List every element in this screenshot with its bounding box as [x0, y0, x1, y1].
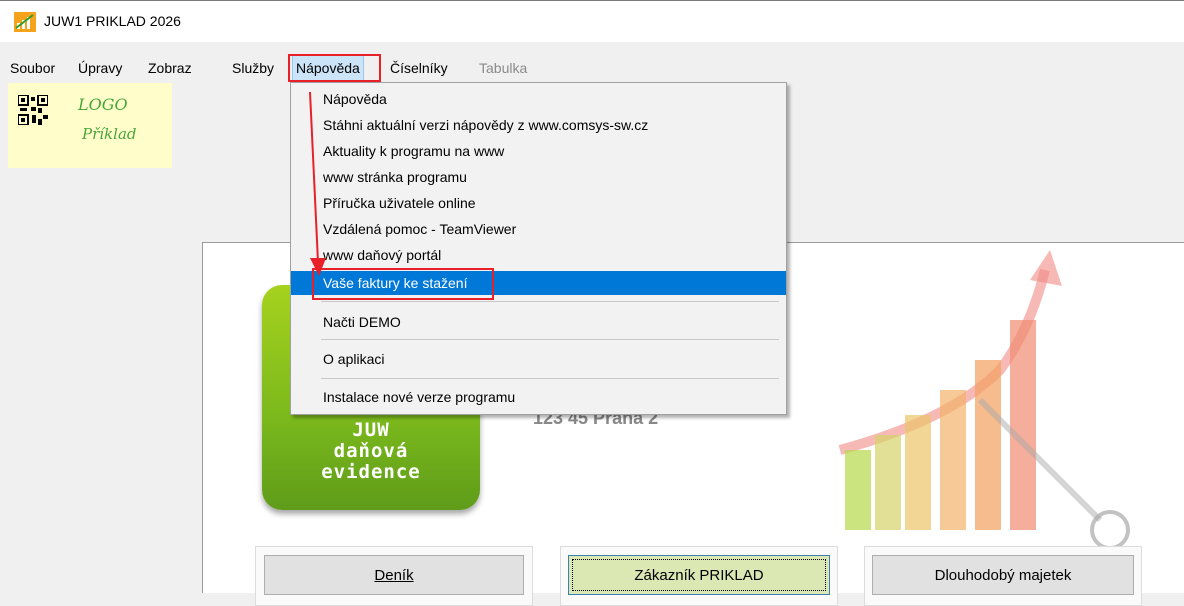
- app-icon: [14, 12, 36, 32]
- logo-text: LOGO: [78, 95, 128, 114]
- menuitem-napoveda[interactable]: Nápověda: [291, 87, 786, 111]
- menu-zobraz[interactable]: Zobraz: [148, 54, 192, 82]
- menu-upravy[interactable]: Úpravy: [78, 54, 122, 82]
- menu-highlight-frame: [288, 54, 381, 82]
- zakaznik-button-label: Zákazník PRIKLAD: [634, 567, 764, 584]
- menu-sluzby[interactable]: Služby: [232, 54, 274, 82]
- menuitem-aktuality[interactable]: Aktuality k programu na www: [291, 139, 786, 163]
- menu-separator: [321, 378, 779, 379]
- napoveda-dropdown-menu: Nápověda Stáhni aktuální verzi nápovědy …: [290, 82, 787, 415]
- menu-tabulka[interactable]: Tabulka: [479, 54, 527, 82]
- majetek-button[interactable]: Dlouhodobý majetek: [872, 555, 1134, 595]
- annotation-arrow-icon: [309, 91, 326, 276]
- menuitem-stahni-napovedu[interactable]: Stáhni aktuální verzi nápovědy z www.com…: [291, 113, 786, 137]
- majetek-button-label: Dlouhodobý majetek: [934, 567, 1072, 584]
- menu-separator: [321, 301, 779, 302]
- chart-bar: [975, 360, 1001, 530]
- menuitem-o-aplikaci[interactable]: O aplikaci: [291, 347, 786, 371]
- menuitem-www-stranka[interactable]: www stránka programu: [291, 165, 786, 189]
- menu-soubor[interactable]: Soubor: [10, 54, 55, 82]
- menu-separator: [321, 339, 779, 340]
- chart-bar: [940, 390, 966, 530]
- menuitem-nacti-demo[interactable]: Načti DEMO: [291, 310, 786, 334]
- menuitem-instalace[interactable]: Instalace nové verze programu: [291, 385, 786, 409]
- denik-button[interactable]: Deník: [264, 555, 524, 595]
- window-title: JUW1 PRIKLAD 2026: [44, 13, 181, 29]
- product-logo-text: JUW daňová evidence: [262, 420, 480, 483]
- zakaznik-button[interactable]: Zákazník PRIKLAD: [568, 555, 830, 595]
- product-line-2: daňová: [333, 440, 409, 462]
- menuitem-danovy-portal[interactable]: www daňový portál: [291, 243, 786, 267]
- chart-bar: [875, 435, 901, 530]
- chart-bar: [1010, 320, 1036, 530]
- chart-decoration-image: [838, 250, 1130, 550]
- qr-code-icon: [18, 95, 48, 125]
- menu-ciselniky[interactable]: Číselníky: [390, 54, 448, 82]
- product-line-3: evidence: [321, 461, 421, 483]
- denik-button-label: Deník: [374, 567, 414, 584]
- logo-subtext: Příklad: [82, 125, 137, 143]
- menuitem-prirucka[interactable]: Příručka uživatele online: [291, 191, 786, 215]
- chart-bar: [845, 450, 871, 530]
- product-line-1: JUW: [352, 419, 390, 441]
- chart-bar: [905, 415, 931, 530]
- menuitem-teamviewer[interactable]: Vzdálená pomoc - TeamViewer: [291, 217, 786, 241]
- menu-bar: Soubor Úpravy Zobraz Služby Nápověda Čís…: [0, 54, 1184, 82]
